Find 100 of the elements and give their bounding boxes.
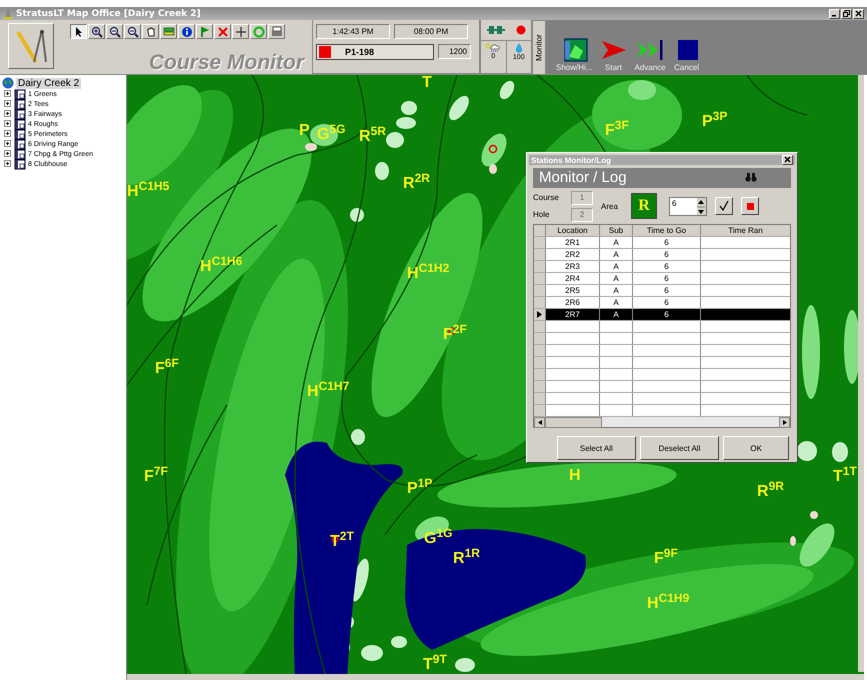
- table-cell: A: [600, 297, 633, 308]
- recycle-tool-icon[interactable]: [250, 24, 267, 39]
- column-header[interactable]: Location: [546, 225, 600, 236]
- scroll-left-icon[interactable]: [534, 416, 545, 428]
- tee-box: [401, 101, 417, 115]
- table-row[interactable]: 2R7 A 6: [534, 309, 790, 321]
- delete-tool-icon[interactable]: [214, 24, 231, 39]
- map-marker-label[interactable]: R$^{5R}$: [359, 123, 386, 145]
- confirm-button[interactable]: [715, 197, 733, 216]
- deselect-all-button[interactable]: Deselect All: [640, 436, 720, 460]
- table-row[interactable]: 2R5 A 6: [534, 285, 790, 297]
- print-tool-icon[interactable]: [268, 24, 285, 39]
- layer-icon: [14, 118, 26, 130]
- tee-box: [449, 96, 469, 120]
- minimize-button[interactable]: [829, 8, 840, 18]
- flag-tool-icon[interactable]: [196, 24, 213, 39]
- stop-button[interactable]: [741, 197, 759, 216]
- zoom-out-tool-icon[interactable]: [106, 24, 123, 39]
- expander-icon[interactable]: [4, 120, 12, 128]
- table-cell: 2R6: [546, 297, 600, 308]
- hole-label: Hole: [533, 210, 550, 220]
- current-row-icon: [537, 311, 542, 318]
- layer-icon: [14, 138, 26, 150]
- sand-bunker: [489, 164, 497, 174]
- sand-bunker: [810, 511, 818, 519]
- expander-icon[interactable]: [4, 130, 12, 138]
- layer-icon: [14, 148, 26, 160]
- restore-button[interactable]: [841, 8, 852, 18]
- map-marker-label[interactable]: R$^{9R}$: [757, 478, 784, 500]
- hand-tool-icon[interactable]: [142, 24, 159, 39]
- map-marker-label[interactable]: T$^{1T}$: [833, 463, 857, 485]
- zoom-extent-tool-icon[interactable]: [124, 24, 141, 39]
- layer-icon: [14, 88, 26, 100]
- map-marker-label[interactable]: F$^{7F}$: [144, 463, 168, 485]
- map-marker-label[interactable]: F$^{6F}$: [155, 355, 179, 377]
- map-marker-label[interactable]: R$^{2R}$: [403, 170, 430, 192]
- drafting-tools-button[interactable]: [8, 23, 54, 69]
- table-cell: 2R7: [546, 309, 600, 320]
- tree-root[interactable]: Dairy Creek 2: [16, 78, 82, 88]
- table-row[interactable]: 2R1 A 6: [534, 237, 790, 249]
- course-label: Course: [533, 193, 560, 202]
- sand-bunker: [305, 143, 317, 151]
- map-marker-label[interactable]: P: [299, 123, 310, 139]
- tee-box: [500, 80, 514, 100]
- select-all-button[interactable]: Select All: [557, 436, 636, 460]
- map-marker-label[interactable]: P$^{1P}$: [407, 475, 432, 497]
- program-label: P1-198: [345, 47, 374, 57]
- scroll-thumb[interactable]: [545, 416, 602, 428]
- move-tool-icon[interactable]: [232, 24, 249, 39]
- end-time: 08:00 PM: [394, 24, 468, 39]
- table-cell: 6: [633, 261, 701, 272]
- station-marker-icon[interactable]: [488, 144, 498, 154]
- binoculars-icon[interactable]: [745, 173, 757, 182]
- table-row[interactable]: 2R3 A 6: [534, 261, 790, 273]
- zoom-in-tool-icon[interactable]: [88, 24, 105, 39]
- table-cell: 6: [633, 273, 701, 284]
- expander-icon[interactable]: [4, 160, 12, 168]
- map-marker-label[interactable]: P$^{3P}$: [702, 108, 728, 130]
- ok-button[interactable]: OK: [723, 436, 789, 460]
- window-title: StratusLT Map Office [Dairy Creek 2]: [16, 8, 201, 18]
- layer-icon: [14, 98, 26, 110]
- map-marker-label[interactable]: R$^{1R}$: [453, 545, 480, 567]
- tee-box: [832, 442, 848, 462]
- map-marker-label[interactable]: G$^{5G}$: [317, 121, 346, 143]
- tee-box: [396, 117, 416, 129]
- putting-surface: [482, 134, 506, 166]
- column-header[interactable]: Time to Go: [633, 225, 701, 236]
- close-button[interactable]: [782, 155, 793, 165]
- table-cell: A: [600, 249, 633, 260]
- map-marker-label[interactable]: T: [422, 75, 432, 91]
- column-header[interactable]: Sub: [600, 225, 633, 236]
- program-value: 1200: [438, 44, 471, 59]
- stop-icon: [746, 202, 754, 210]
- expander-icon[interactable]: [4, 90, 12, 98]
- course-map[interactable]: [127, 75, 867, 680]
- table-scrollbar[interactable]: [534, 417, 790, 427]
- close-button[interactable]: [853, 8, 864, 18]
- layers-tool-icon[interactable]: [160, 24, 177, 39]
- table-row[interactable]: 2R2 A 6: [534, 249, 790, 261]
- table-cell: 6: [633, 237, 701, 248]
- table-row[interactable]: 2R4 A 6: [534, 273, 790, 285]
- tee-box: [351, 429, 365, 445]
- tee-box: [391, 636, 407, 648]
- minutes-spinner[interactable]: 6: [669, 196, 707, 216]
- map-marker-label[interactable]: T$^{9T}$: [423, 651, 447, 673]
- scroll-right-icon[interactable]: [779, 416, 790, 428]
- pointer-tool-icon[interactable]: [70, 24, 87, 39]
- expander-icon[interactable]: [4, 140, 12, 148]
- column-header[interactable]: Time Ran: [701, 225, 790, 236]
- info-tool-icon[interactable]: [178, 24, 195, 39]
- connector-icon: [486, 25, 504, 35]
- record-dot-icon: [516, 25, 526, 35]
- tee-box: [375, 162, 389, 180]
- tee-box: [386, 132, 404, 148]
- current-time: 1:42:43 PM: [316, 24, 390, 39]
- table-cell: 6: [633, 285, 701, 296]
- expander-icon[interactable]: [4, 150, 12, 158]
- expander-icon[interactable]: [4, 110, 12, 118]
- layer-icon: [14, 108, 26, 120]
- expander-icon[interactable]: [4, 100, 12, 108]
